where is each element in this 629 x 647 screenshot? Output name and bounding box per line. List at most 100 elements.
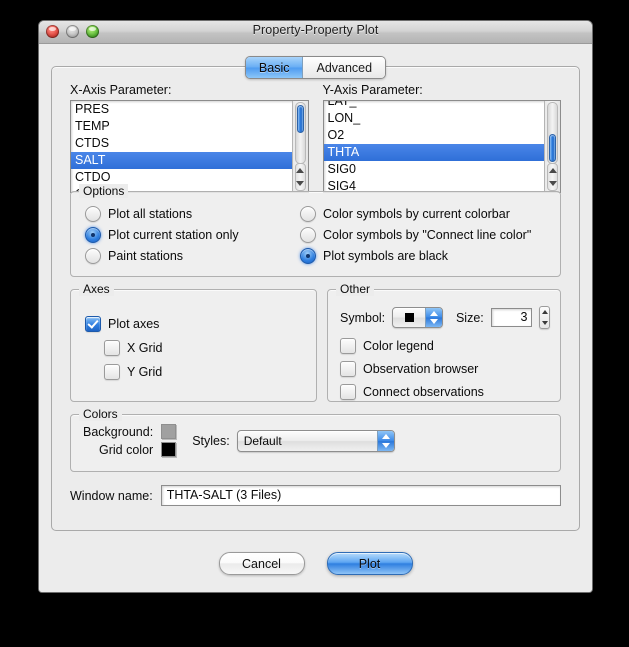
checkbox-label: Y Grid — [127, 365, 163, 379]
background-color-swatch[interactable] — [161, 424, 177, 439]
size-stepper[interactable] — [539, 306, 550, 329]
radio-icon[interactable] — [85, 206, 101, 222]
chevron-down-icon[interactable] — [429, 319, 438, 324]
tab-basic[interactable]: Basic — [245, 57, 304, 78]
x-axis-listbox[interactable]: PRES TEMP CTDS SALT CTDO O2 — [70, 100, 309, 193]
scroll-up-arrow-icon[interactable] — [548, 168, 557, 173]
stepper-up-icon[interactable] — [541, 310, 548, 314]
radio-icon-selected[interactable] — [300, 248, 316, 264]
list-item[interactable]: O2 — [324, 127, 546, 144]
list-item[interactable]: SIG0 — [324, 161, 546, 178]
checkbox-connect-observations[interactable]: Connect observations — [340, 384, 550, 400]
colors-group: Colors Background: Grid color Styles: De… — [70, 407, 561, 472]
other-group: Other Symbol: Size: 3 Color legend Obser… — [327, 282, 561, 402]
checkbox-icon[interactable] — [340, 338, 356, 354]
y-axis-scroll-arrows[interactable] — [547, 163, 558, 191]
list-item-selected[interactable]: SALT — [71, 152, 293, 169]
background-color-label: Background: — [83, 424, 154, 439]
radio-label: Color symbols by current colorbar — [323, 207, 510, 221]
x-axis-scroll-thumb[interactable] — [296, 105, 304, 133]
cancel-button[interactable]: Cancel — [218, 552, 305, 575]
styles-stepper[interactable] — [376, 430, 394, 451]
checkbox-observation-browser[interactable]: Observation browser — [340, 361, 550, 377]
scroll-down-arrow-icon[interactable] — [296, 181, 304, 186]
radio-plot-symbols-black[interactable]: Plot symbols are black — [300, 248, 550, 264]
checkbox-label: Color legend — [363, 339, 434, 353]
list-item[interactable]: CTDS — [71, 135, 293, 152]
y-axis-parameter-group: Y-Axis Parameter: LAT_ LON_ O2 THTA SIG0… — [322, 83, 561, 193]
window-name-input[interactable]: THTA-SALT (3 Files) — [160, 485, 561, 506]
size-label: Size: — [455, 310, 484, 325]
radio-icon[interactable] — [300, 206, 316, 222]
x-axis-scrollbar[interactable] — [291, 101, 308, 192]
options-grid: Plot all stations Color symbols by curre… — [85, 206, 550, 269]
list-item[interactable]: TEMP — [71, 118, 293, 135]
scroll-down-arrow-icon[interactable] — [548, 181, 557, 186]
symbol-label: Symbol: — [340, 310, 386, 325]
list-item[interactable]: PRES — [71, 101, 293, 118]
color-swatches: Background: Grid color — [83, 424, 177, 457]
checkbox-color-legend[interactable]: Color legend — [340, 338, 550, 354]
checkbox-icon[interactable] — [104, 364, 120, 380]
list-item[interactable]: SIG4 — [324, 178, 546, 192]
list-item-selected[interactable]: THTA — [323, 144, 545, 161]
tab-advanced[interactable]: Advanced — [303, 57, 386, 78]
radio-paint-stations[interactable]: Paint stations — [85, 248, 300, 264]
stepper-down-icon[interactable] — [541, 321, 548, 325]
window-name-row: Window name: THTA-SALT (3 Files) — [70, 485, 561, 506]
checkbox-icon[interactable] — [104, 340, 120, 356]
plot-button[interactable]: Plot — [326, 552, 413, 575]
y-axis-label: Y-Axis Parameter: — [322, 83, 423, 97]
symbol-value — [393, 313, 425, 322]
chevron-up-icon[interactable] — [429, 311, 438, 316]
parameter-lists: X-Axis Parameter: PRES TEMP CTDS SALT CT… — [70, 83, 561, 193]
other-group-title: Other — [336, 282, 375, 296]
radio-color-by-colorbar[interactable]: Color symbols by current colorbar — [300, 206, 550, 222]
symbol-stepper[interactable] — [424, 308, 442, 327]
window-name-label: Window name: — [70, 488, 153, 503]
radio-label: Plot all stations — [108, 207, 193, 221]
dialog-body: Basic Advanced X-Axis Parameter: PRES TE… — [39, 44, 592, 592]
window-title: Property-Property Plot — [252, 23, 379, 37]
checkbox-plot-axes[interactable]: Plot axes — [85, 316, 162, 332]
colors-controls: Background: Grid color Styles: Default — [83, 424, 550, 457]
radio-color-by-connect-line-color[interactable]: Color symbols by "Connect line color" — [300, 227, 550, 243]
checkbox-icon[interactable] — [340, 384, 356, 400]
window-titlebar[interactable]: Property-Property Plot — [39, 21, 592, 44]
chevron-down-icon[interactable] — [381, 442, 390, 448]
scroll-up-arrow-icon[interactable] — [296, 168, 304, 173]
options-group: Options Plot all stations Color symbols … — [70, 184, 561, 277]
grid-color-swatch[interactable] — [161, 442, 177, 457]
axes-group: Axes Plot axes X Grid Y Grid — [70, 282, 317, 402]
list-item[interactable]: LON_ — [324, 110, 546, 127]
checkbox-label: Connect observations — [363, 385, 484, 399]
x-axis-scroll-arrows[interactable] — [294, 163, 306, 191]
x-axis-scroll-track[interactable] — [294, 102, 306, 164]
radio-label: Plot current station only — [108, 228, 239, 242]
options-group-title: Options — [79, 184, 129, 198]
checkbox-icon-checked[interactable] — [85, 316, 101, 332]
checkbox-y-grid[interactable]: Y Grid — [104, 364, 162, 380]
radio-label: Color symbols by "Connect line color" — [323, 228, 532, 242]
radio-plot-current-station-only[interactable]: Plot current station only — [85, 227, 300, 243]
x-axis-label: X-Axis Parameter: — [70, 83, 172, 97]
symbol-select[interactable] — [392, 307, 443, 328]
radio-plot-all-stations[interactable]: Plot all stations — [85, 206, 300, 222]
radio-icon[interactable] — [85, 248, 101, 264]
tab-bar: Basic Advanced — [39, 56, 592, 79]
checkbox-icon[interactable] — [340, 361, 356, 377]
other-controls: Symbol: Size: 3 Color legend Observation… — [340, 306, 550, 407]
y-axis-scrollbar[interactable] — [544, 101, 560, 192]
y-axis-scroll-track[interactable] — [547, 102, 558, 164]
styles-select[interactable]: Default — [236, 429, 395, 452]
y-axis-scroll-thumb[interactable] — [549, 134, 556, 162]
y-axis-listbox[interactable]: LAT_ LON_ O2 THTA SIG0 SIG4 — [322, 100, 561, 193]
y-axis-items: LAT_ LON_ O2 THTA SIG0 SIG4 — [323, 101, 546, 192]
size-input[interactable]: 3 — [490, 308, 533, 327]
radio-icon-selected[interactable] — [85, 227, 101, 243]
list-item[interactable]: LAT_ — [324, 101, 546, 110]
chevron-up-icon[interactable] — [381, 433, 390, 439]
checkbox-x-grid[interactable]: X Grid — [104, 340, 162, 356]
radio-icon[interactable] — [300, 227, 316, 243]
other-checkboxes: Color legend Observation browser Connect… — [340, 338, 550, 400]
